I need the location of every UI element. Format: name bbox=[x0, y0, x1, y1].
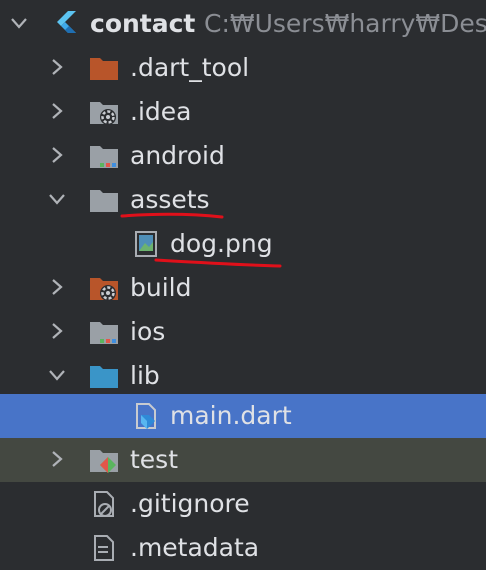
tree-item-label: .gitignore bbox=[130, 489, 250, 518]
tree-item-label: android bbox=[130, 141, 225, 170]
tree-row-idea[interactable]: .idea bbox=[0, 90, 486, 134]
excluded-settings-folder-icon bbox=[88, 273, 120, 303]
chevron-down-icon[interactable] bbox=[46, 188, 68, 210]
dart-file-icon bbox=[130, 401, 162, 431]
flutter-icon bbox=[50, 9, 80, 39]
settings-folder-icon bbox=[88, 97, 120, 127]
folder-icon bbox=[88, 185, 120, 215]
chevron-right-icon[interactable] bbox=[46, 144, 68, 166]
tree-row-dart-tool[interactable]: .dart_tool bbox=[0, 46, 486, 90]
tree-row-main-dart[interactable]: main.dart bbox=[0, 394, 486, 438]
tree-row-metadata[interactable]: .metadata bbox=[0, 526, 486, 570]
tree-item-label: lib bbox=[130, 361, 160, 390]
tree-row-build[interactable]: build bbox=[0, 266, 486, 310]
tree-item-label: dog.png bbox=[170, 229, 273, 258]
chevron-right-icon[interactable] bbox=[46, 320, 68, 342]
tree-item-label: build bbox=[130, 273, 192, 302]
test-folder-icon bbox=[88, 445, 120, 475]
tree-row-assets[interactable]: assets bbox=[0, 178, 486, 222]
tree-item-label: .metadata bbox=[130, 533, 260, 562]
source-folder-icon bbox=[88, 361, 120, 391]
chevron-right-icon[interactable] bbox=[46, 448, 68, 470]
tree-item-label: test bbox=[130, 445, 179, 474]
module-folder-icon bbox=[88, 317, 120, 347]
image-file-icon bbox=[130, 229, 162, 259]
chevron-right-icon[interactable] bbox=[46, 56, 68, 78]
tree-row-gitignore[interactable]: .gitignore bbox=[0, 482, 486, 526]
chevron-right-icon[interactable] bbox=[46, 276, 68, 298]
tree-item-label: assets bbox=[130, 185, 210, 214]
tree-row-android[interactable]: android bbox=[0, 134, 486, 178]
module-folder-icon bbox=[88, 141, 120, 171]
ignore-file-icon bbox=[88, 489, 120, 519]
tree-item-label: .idea bbox=[130, 97, 192, 126]
tree-item-label: main.dart bbox=[170, 401, 292, 430]
project-path: C:₩Users₩harry₩Desl bbox=[204, 9, 486, 38]
chevron-down-icon[interactable] bbox=[8, 12, 30, 34]
tree-row-lib[interactable]: lib bbox=[0, 354, 486, 398]
chevron-down-icon[interactable] bbox=[46, 364, 68, 386]
tree-row-dog-png[interactable]: dog.png bbox=[0, 222, 486, 266]
tree-row-contact[interactable]: contact C:₩Users₩harry₩Desl bbox=[0, 2, 486, 46]
excluded-folder-icon bbox=[88, 53, 120, 83]
tree-item-label: .dart_tool bbox=[130, 53, 250, 82]
tree-row-test[interactable]: test bbox=[0, 438, 486, 482]
tree-row-ios[interactable]: ios bbox=[0, 310, 486, 354]
tree-item-label: ios bbox=[130, 317, 166, 346]
project-tree: contact C:₩Users₩harry₩Desl .dart_tool .… bbox=[0, 0, 486, 562]
project-name: contact bbox=[90, 9, 196, 38]
text-file-icon bbox=[88, 533, 120, 563]
chevron-right-icon[interactable] bbox=[46, 100, 68, 122]
